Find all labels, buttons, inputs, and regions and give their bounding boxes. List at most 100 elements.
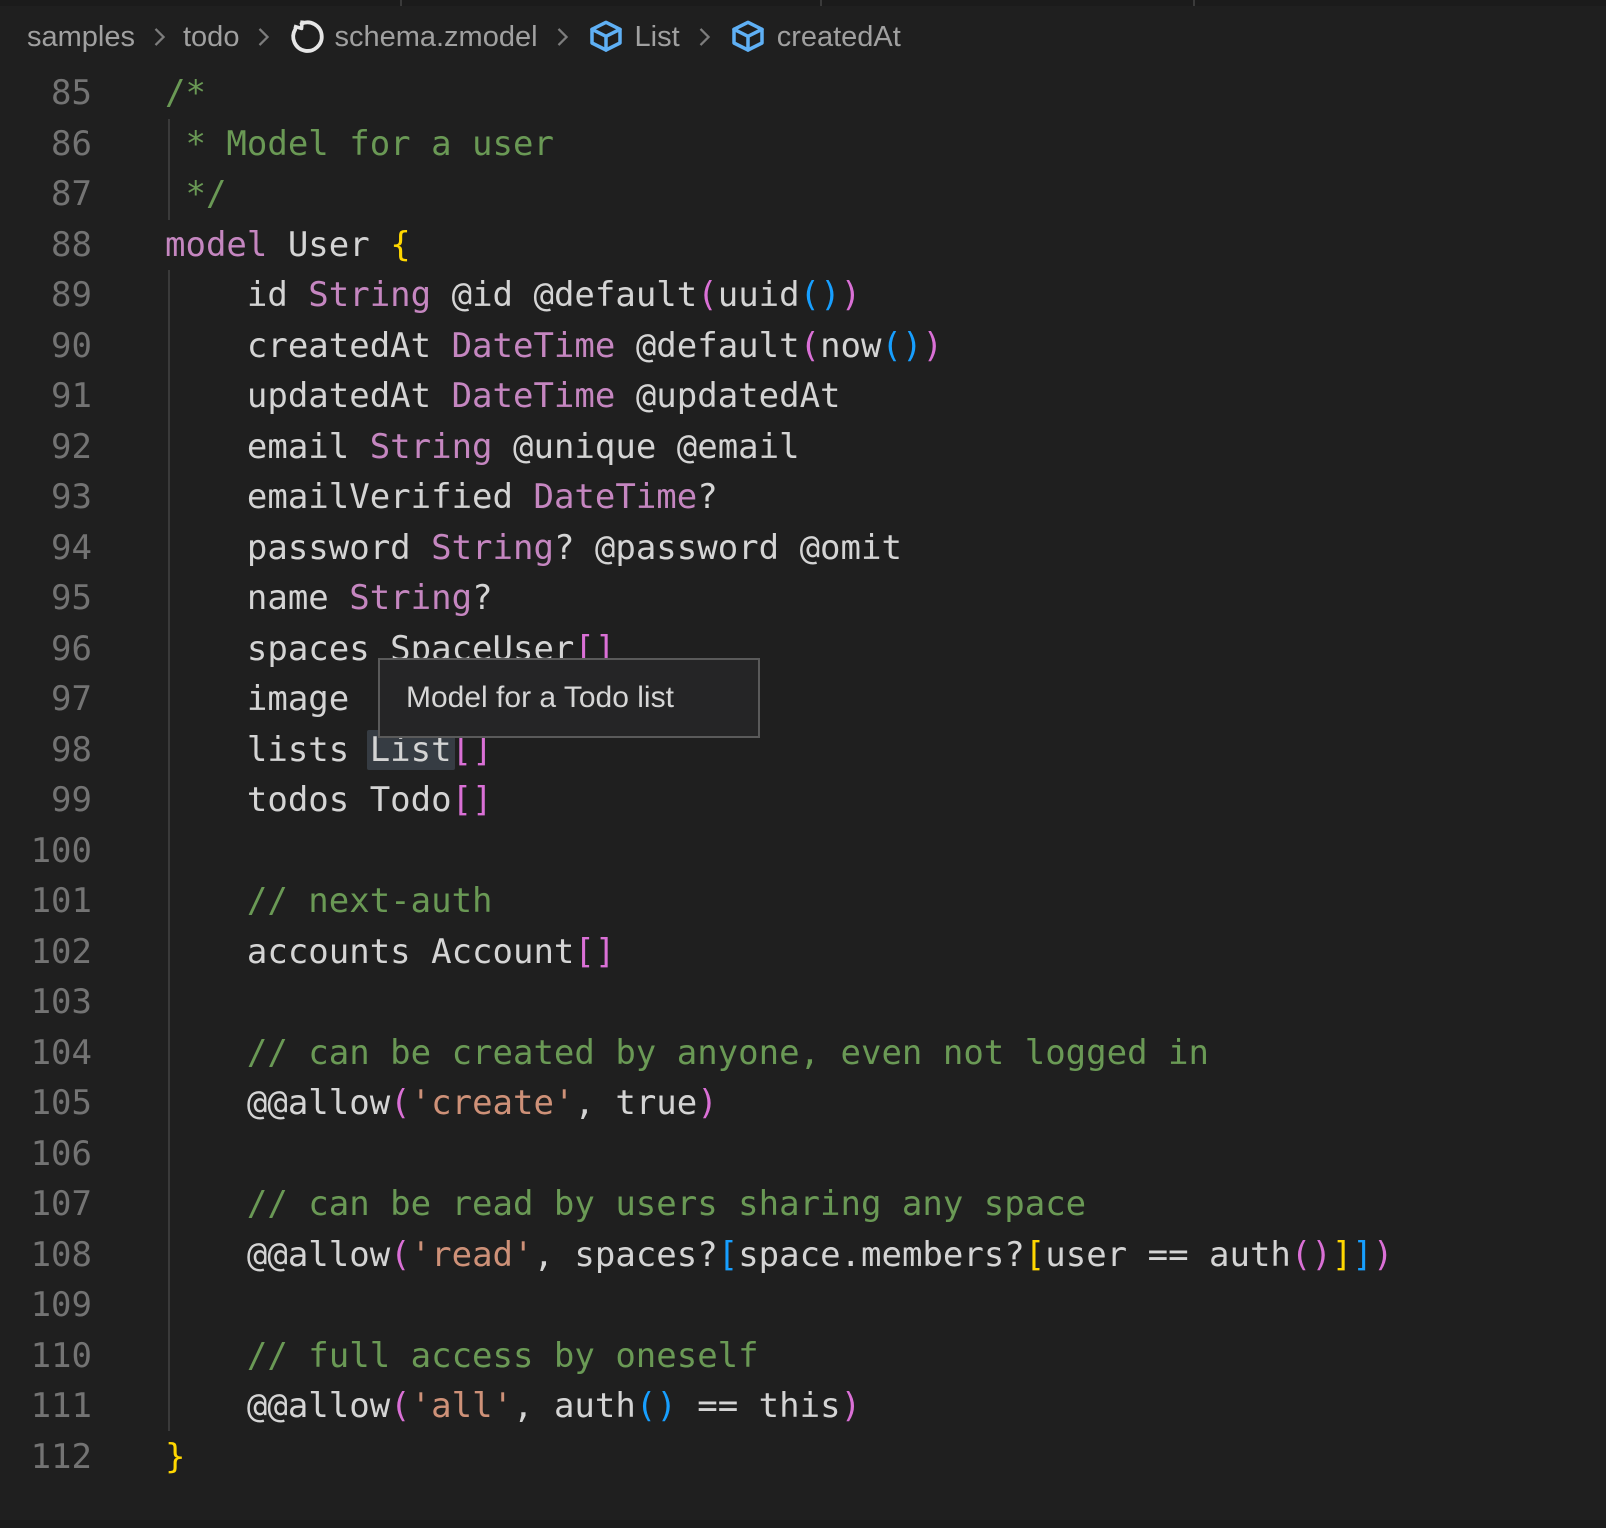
line-number[interactable]: 100 xyxy=(0,826,92,877)
code-line[interactable]: 103 xyxy=(0,977,1606,1028)
code-line[interactable]: 86 * Model for a user xyxy=(0,119,1606,170)
code-line[interactable]: 88model User { xyxy=(0,220,1606,271)
line-number[interactable]: 108 xyxy=(0,1230,92,1281)
tab-separator xyxy=(820,0,822,6)
line-number[interactable]: 92 xyxy=(0,422,92,473)
line-number[interactable]: 89 xyxy=(0,270,92,321)
code-line[interactable]: 96 spaces SpaceUser[] xyxy=(0,624,1606,675)
code-token: emailVerified xyxy=(165,477,533,517)
code-token: } xyxy=(165,1437,185,1477)
line-number[interactable]: 98 xyxy=(0,725,92,776)
code-line[interactable]: 101 // next-auth xyxy=(0,876,1606,927)
line-number[interactable]: 102 xyxy=(0,927,92,978)
code-token: id xyxy=(165,275,308,315)
line-number[interactable]: 103 xyxy=(0,977,92,1028)
code-line[interactable]: 87 */ xyxy=(0,169,1606,220)
code-token: image xyxy=(165,679,349,719)
code-line[interactable]: 112} xyxy=(0,1432,1606,1483)
code-line[interactable]: 85 /* xyxy=(0,68,1606,119)
code-token: ( xyxy=(390,1386,410,1426)
code-token: , true xyxy=(574,1083,697,1123)
code-token: ( xyxy=(390,1083,410,1123)
breadcrumb-item-file[interactable]: schema.zmodel xyxy=(287,18,537,56)
line-number[interactable]: 104 xyxy=(0,1028,92,1079)
code-text: email String @unique @email xyxy=(92,422,800,473)
code-token: model xyxy=(165,225,267,265)
line-number[interactable]: 106 xyxy=(0,1129,92,1180)
breadcrumb-label: createdAt xyxy=(777,21,901,54)
code-line[interactable]: 94 password String? @password @omit xyxy=(0,523,1606,574)
code-token: () xyxy=(1291,1235,1332,1275)
code-line[interactable]: 106 xyxy=(0,1129,1606,1180)
line-number[interactable]: 88 xyxy=(0,220,92,271)
line-number[interactable]: 112 xyxy=(0,1432,92,1483)
line-number[interactable]: 97 xyxy=(0,674,92,725)
breadcrumb-item-symbol-createdat[interactable]: createdAt xyxy=(728,17,901,57)
code-line[interactable]: 110 // full access by oneself xyxy=(0,1331,1606,1382)
code-token: /* xyxy=(165,73,206,113)
line-number[interactable]: 85 xyxy=(0,68,92,119)
code-line[interactable]: 92 email String @unique @email xyxy=(0,422,1606,473)
editor[interactable]: 85/*86 * Model for a user87 */88model Us… xyxy=(0,68,1606,1482)
code-line[interactable]: 104 // can be created by anyone, even no… xyxy=(0,1028,1606,1079)
code-line[interactable]: 97 image xyxy=(0,674,1606,725)
code-line[interactable]: 89 id String @id @default(uuid()) xyxy=(0,270,1606,321)
code-token: ( xyxy=(390,1235,410,1275)
code-token: DateTime xyxy=(452,376,616,416)
line-number[interactable]: 96 xyxy=(0,624,92,675)
code-text: * Model for a user xyxy=(92,119,554,170)
code-line[interactable]: 105 @@allow('create', true) xyxy=(0,1078,1606,1129)
line-number[interactable]: 90 xyxy=(0,321,92,372)
line-number[interactable]: 107 xyxy=(0,1179,92,1230)
line-number[interactable]: 105 xyxy=(0,1078,92,1129)
code-token: // can be read by users sharing any spac… xyxy=(165,1184,1086,1224)
line-number[interactable]: 109 xyxy=(0,1280,92,1331)
line-number[interactable]: 87 xyxy=(0,169,92,220)
breadcrumb-item-symbol-list[interactable]: List xyxy=(586,17,680,57)
line-number[interactable]: 94 xyxy=(0,523,92,574)
line-number[interactable]: 86 xyxy=(0,119,92,170)
code-token: // full access by oneself xyxy=(165,1336,759,1376)
code-token: email xyxy=(165,427,370,467)
code-text: /* xyxy=(92,68,206,119)
code-line[interactable]: 95 name String? xyxy=(0,573,1606,624)
code-line[interactable]: 108 @@allow('read', spaces?[space.member… xyxy=(0,1230,1606,1281)
code-line[interactable]: 99 todos Todo[] xyxy=(0,775,1606,826)
code-text: @@allow('create', true) xyxy=(92,1078,718,1129)
line-number[interactable]: 93 xyxy=(0,472,92,523)
code-token: ) xyxy=(697,1083,717,1123)
line-number[interactable]: 95 xyxy=(0,573,92,624)
code-line[interactable]: 111 @@allow('all', auth() == this) xyxy=(0,1381,1606,1432)
code-token: 'create' xyxy=(411,1083,575,1123)
line-number[interactable]: 99 xyxy=(0,775,92,826)
code-line[interactable]: 91 updatedAt DateTime @updatedAt xyxy=(0,371,1606,422)
line-number[interactable]: 91 xyxy=(0,371,92,422)
code-line[interactable]: 100 xyxy=(0,826,1606,877)
breadcrumb-item-todo[interactable]: todo xyxy=(183,21,239,54)
breadcrumb-item-samples[interactable]: samples xyxy=(27,21,135,54)
code-token: String xyxy=(370,427,493,467)
cube-icon xyxy=(728,17,768,57)
line-number[interactable]: 101 xyxy=(0,876,92,927)
code-token: password xyxy=(165,528,431,568)
code-token: // can be created by anyone, even not lo… xyxy=(165,1033,1209,1073)
code-line[interactable]: 90 createdAt DateTime @default(now()) xyxy=(0,321,1606,372)
line-number[interactable]: 111 xyxy=(0,1381,92,1432)
code-line[interactable]: 98 lists List[] xyxy=(0,725,1606,776)
code-line[interactable]: 93 emailVerified DateTime? xyxy=(0,472,1606,523)
line-number[interactable]: 110 xyxy=(0,1331,92,1382)
code-text: @@allow('all', auth() == this) xyxy=(92,1381,861,1432)
tab-strip xyxy=(0,0,1606,6)
code-token: @@allow xyxy=(165,1235,390,1275)
code-token: now xyxy=(820,326,881,366)
code-line[interactable]: 107 // can be read by users sharing any … xyxy=(0,1179,1606,1230)
code-token: , spaces? xyxy=(533,1235,717,1275)
cube-icon xyxy=(586,17,626,57)
code-token: , auth xyxy=(513,1386,636,1426)
tab-separator xyxy=(1193,0,1195,6)
chevron-right-icon xyxy=(690,23,718,51)
code-line[interactable]: 109 xyxy=(0,1280,1606,1331)
code-line[interactable]: 102 accounts Account[] xyxy=(0,927,1606,978)
code-token: String xyxy=(308,275,431,315)
code-token: String xyxy=(349,578,472,618)
